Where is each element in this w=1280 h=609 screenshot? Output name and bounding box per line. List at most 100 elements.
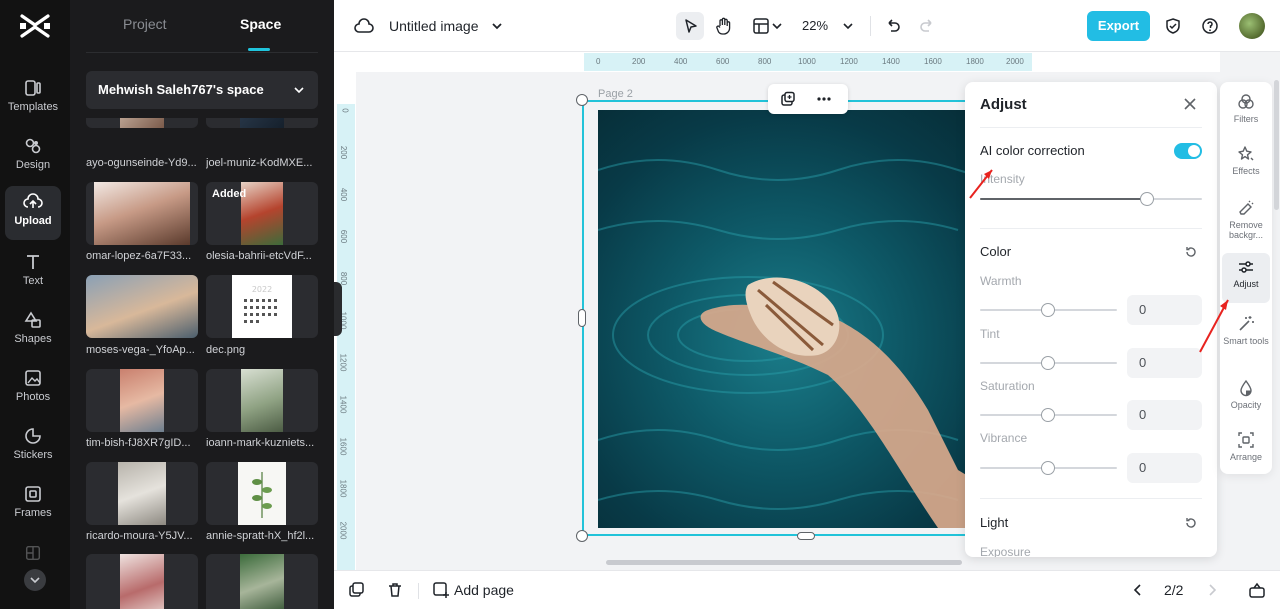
- asset-filename: ioann-mark-kuzniets...: [206, 437, 315, 449]
- resize-handle-bottom-left[interactable]: [576, 530, 588, 542]
- asset-filename: tim-bish-fJ8XR7gID...: [86, 437, 191, 449]
- vibrance-value[interactable]: 0: [1127, 453, 1202, 483]
- tool-label: Adjust: [1233, 279, 1259, 289]
- avatar[interactable]: [1239, 13, 1265, 39]
- resize-handle-bottom[interactable]: [797, 532, 815, 540]
- tool-filters[interactable]: Filters: [1222, 88, 1270, 138]
- space-name: Mehwish Saleh767's space: [98, 82, 264, 97]
- chevron-right-icon[interactable]: [1204, 582, 1220, 598]
- tool-effects[interactable]: Effects: [1222, 140, 1270, 190]
- chevron-down-icon[interactable]: [490, 19, 504, 33]
- asset-tile[interactable]: [206, 462, 318, 525]
- add-page-icon[interactable]: [432, 581, 450, 599]
- resize-handle-left[interactable]: [578, 309, 586, 327]
- space-selector[interactable]: Mehwish Saleh767's space: [86, 71, 318, 109]
- cloud-sync-icon[interactable]: [354, 17, 374, 35]
- reset-icon[interactable]: [1184, 516, 1198, 530]
- redo-icon[interactable]: [918, 17, 936, 35]
- rail-expand-button[interactable]: [24, 569, 46, 591]
- document-title[interactable]: Untitled image: [389, 18, 479, 34]
- asset-tile[interactable]: 2022: [206, 275, 318, 338]
- rail-upload[interactable]: Upload: [5, 186, 61, 240]
- saturation-knob[interactable]: [1041, 408, 1055, 422]
- close-icon[interactable]: [1183, 97, 1197, 111]
- rail-photos[interactable]: Photos: [5, 362, 61, 416]
- adjust-panel: Adjust AI color correction Intensity Col…: [965, 82, 1217, 557]
- chevron-down-icon[interactable]: [771, 20, 783, 32]
- trash-icon[interactable]: [386, 581, 404, 599]
- bottom-divider: [418, 583, 419, 599]
- tool-label: Filters: [1233, 114, 1259, 124]
- asset-tile[interactable]: [86, 554, 198, 609]
- asset-tile[interactable]: [86, 462, 198, 525]
- undo-icon[interactable]: [884, 17, 902, 35]
- export-button[interactable]: Export: [1087, 11, 1150, 41]
- rail-stickers[interactable]: Stickers: [5, 420, 61, 474]
- design-icon: [25, 138, 41, 154]
- select-tool-button[interactable]: [676, 12, 704, 40]
- chevron-left-icon[interactable]: [1130, 582, 1146, 598]
- capcut-logo-icon[interactable]: [18, 12, 52, 40]
- rail-text[interactable]: Text: [5, 246, 61, 300]
- intensity-knob[interactable]: [1139, 192, 1154, 206]
- ai-color-correction-toggle[interactable]: [1174, 143, 1202, 159]
- duplicate-page-icon[interactable]: [348, 581, 366, 599]
- rail-templates[interactable]: Templates: [5, 72, 61, 126]
- ruler-tick: 800: [758, 57, 772, 66]
- panel-collapse-handle[interactable]: [334, 282, 342, 336]
- asset-tile[interactable]: [86, 182, 198, 245]
- zoom-level[interactable]: 22%: [802, 18, 828, 33]
- more-icon[interactable]: [816, 91, 832, 107]
- rail-collage[interactable]: [5, 538, 61, 566]
- magic-wand-icon: [1239, 316, 1254, 331]
- tool-arrange[interactable]: Arrange: [1222, 426, 1270, 476]
- saturation-value[interactable]: 0: [1127, 400, 1202, 430]
- help-icon[interactable]: [1201, 17, 1219, 35]
- asset-filename: joel-muniz-KodMXE...: [206, 157, 313, 169]
- asset-tile[interactable]: [86, 275, 198, 338]
- ruler-tick: 1600: [924, 57, 942, 66]
- frames-icon: [25, 486, 41, 502]
- tint-knob[interactable]: [1041, 356, 1055, 370]
- rail-design[interactable]: Design: [5, 130, 61, 184]
- resize-handle-top-left[interactable]: [576, 94, 588, 106]
- pages-panel-icon[interactable]: [1248, 581, 1266, 599]
- asset-tile[interactable]: [86, 369, 198, 432]
- asset-tile[interactable]: [206, 118, 318, 128]
- add-page-button[interactable]: Add page: [454, 582, 514, 598]
- horizontal-scrollbar[interactable]: [606, 560, 962, 565]
- vertical-scrollbar[interactable]: [1274, 80, 1279, 210]
- rail-shapes[interactable]: Shapes: [5, 304, 61, 358]
- ruler-tick: 600: [339, 229, 349, 244]
- tint-value[interactable]: 0: [1127, 348, 1202, 378]
- tool-opacity[interactable]: Opacity: [1222, 374, 1270, 424]
- asset-tile[interactable]: [206, 554, 318, 609]
- warmth-value[interactable]: 0: [1127, 295, 1202, 325]
- hand-icon[interactable]: [714, 16, 734, 36]
- ruler-left: 0 200 400 600 800 1000 1200 1400 1600 18…: [337, 104, 355, 570]
- rail-label: Shapes: [14, 333, 52, 345]
- tool-remove-background[interactable]: Remove backgr...: [1222, 194, 1270, 250]
- asset-tile[interactable]: [86, 118, 198, 128]
- rail-frames[interactable]: Frames: [5, 478, 61, 532]
- layout-icon[interactable]: [752, 17, 770, 35]
- tab-project[interactable]: Project: [123, 16, 167, 32]
- ruler-tick: 1600: [338, 437, 348, 456]
- tab-space[interactable]: Space: [240, 16, 281, 32]
- asset-filename: ayo-ogunseinde-Yd9...: [86, 157, 197, 169]
- asset-filename: dec.png: [206, 344, 246, 356]
- asset-tile[interactable]: Added: [206, 182, 318, 245]
- shield-icon[interactable]: [1164, 17, 1182, 35]
- duplicate-icon[interactable]: [780, 91, 796, 107]
- top-bar: Untitled image 22% Export: [334, 0, 1280, 52]
- warmth-knob[interactable]: [1041, 303, 1055, 317]
- asset-tile[interactable]: [206, 369, 318, 432]
- color-section-title: Color: [980, 244, 1012, 259]
- selection-frame[interactable]: [582, 100, 1022, 536]
- ruler-top: 0 200 400 600 800 1000 1200 1400 1600 18…: [584, 53, 1032, 71]
- assets-panel: Project Space Mehwish Saleh767's space a…: [70, 0, 334, 609]
- ruler-tick: 1800: [338, 479, 348, 498]
- chevron-down-icon[interactable]: [842, 20, 854, 32]
- vibrance-knob[interactable]: [1041, 461, 1055, 475]
- reset-icon[interactable]: [1184, 245, 1198, 259]
